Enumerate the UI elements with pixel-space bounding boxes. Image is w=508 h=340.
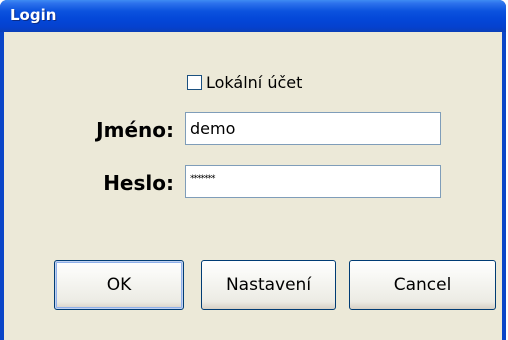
local-account-option[interactable]: Lokální účet [187, 72, 302, 92]
cancel-button[interactable]: Cancel [349, 260, 496, 310]
password-label: Heslo: [103, 171, 174, 195]
local-account-checkbox[interactable] [187, 74, 202, 90]
window-title: Login [10, 6, 57, 24]
local-account-label[interactable]: Lokální účet [206, 73, 302, 92]
name-input-value: demo [190, 119, 236, 138]
cancel-button-label: Cancel [393, 275, 452, 295]
settings-button-label: Nastavení [225, 275, 312, 295]
name-label: Jméno: [96, 118, 174, 142]
name-input[interactable]: demo [185, 112, 441, 145]
ok-button[interactable]: OK [54, 260, 184, 310]
login-dialog: Login Lokální účet Jméno: demo Heslo: **… [0, 0, 506, 340]
title-bar[interactable]: Login [0, 0, 506, 32]
dialog-body: Lokální účet Jméno: demo Heslo: ******* … [4, 32, 502, 340]
password-input-value: ******* [190, 174, 215, 184]
settings-button[interactable]: Nastavení [201, 260, 336, 310]
password-input[interactable]: ******* [185, 165, 441, 198]
ok-button-label: OK [106, 275, 132, 295]
